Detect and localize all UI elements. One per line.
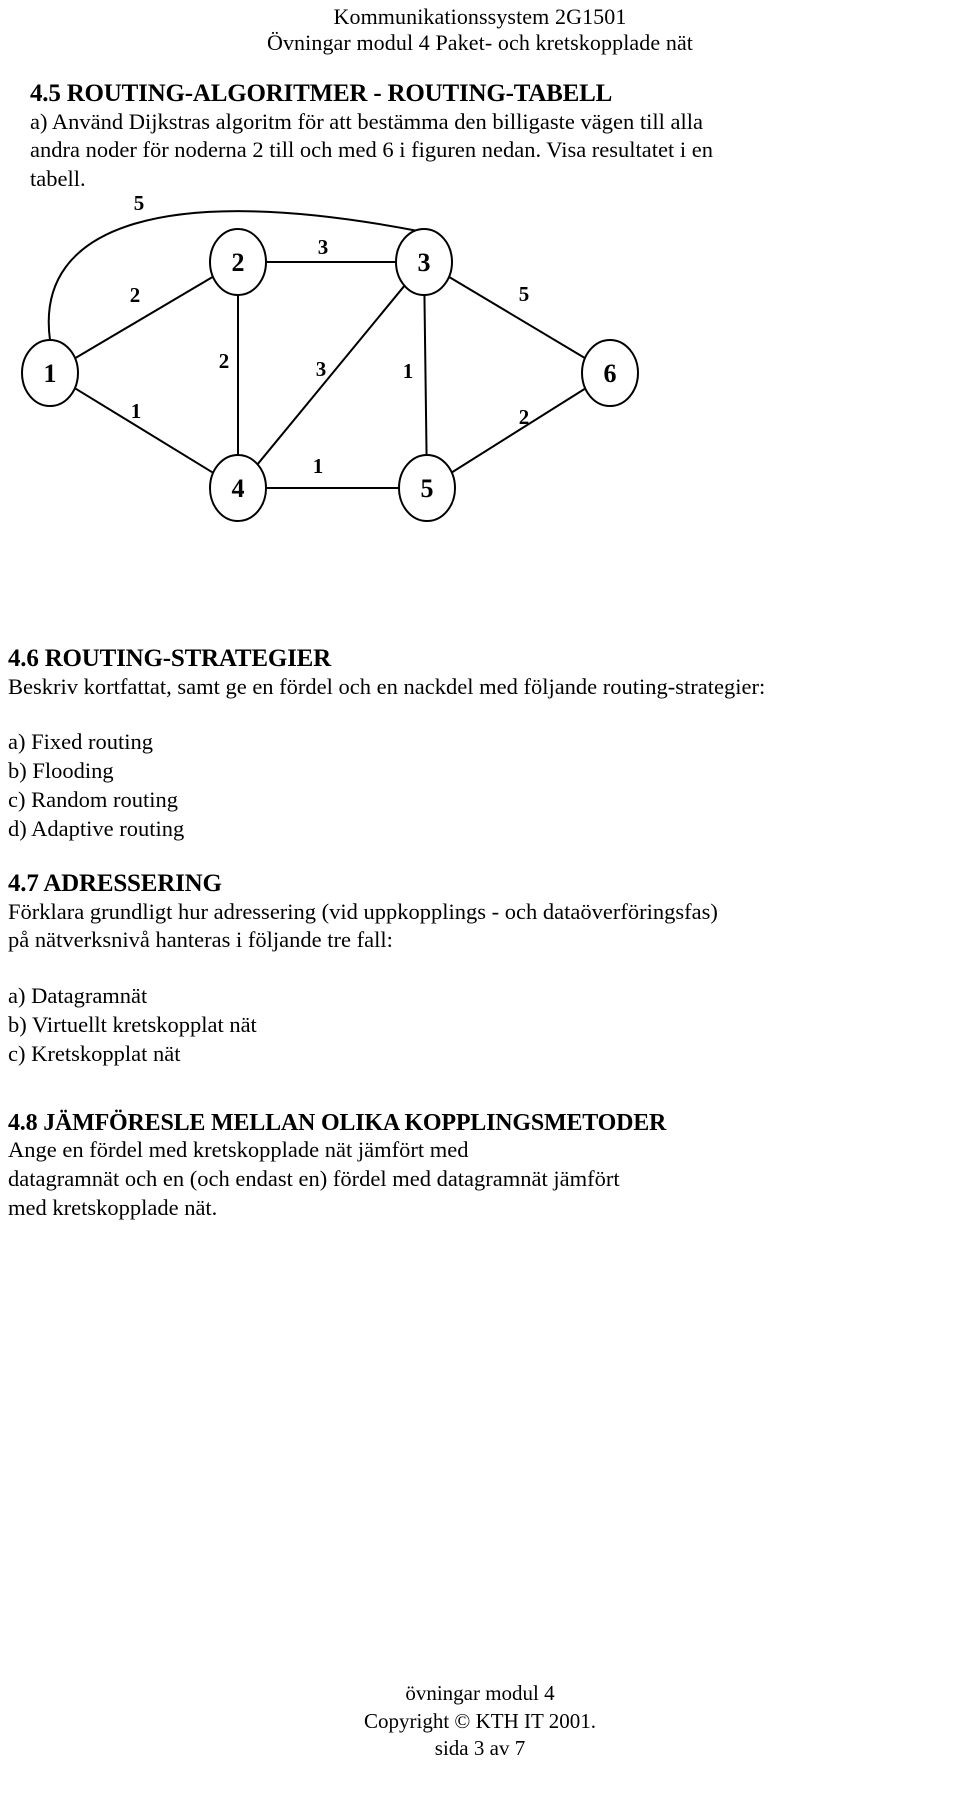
graph-edge-weight-1-2: 2 <box>130 283 141 307</box>
section-4-8-body-line-1: Ange en fördel med kretskopplade nät jäm… <box>8 1137 469 1163</box>
section-4-8-body-line-3: med kretskopplade nät. <box>8 1194 218 1220</box>
section-4-7-list: a) Datagramnät b) Virtuellt kretskopplat… <box>8 981 948 1068</box>
graph-edge-weight-2-3: 3 <box>318 235 329 259</box>
section-4-7-body-line-1: Förklara grundligt hur adressering (vid … <box>8 898 718 924</box>
graph-edge-1-4 <box>74 387 214 474</box>
graph-node-label-3: 3 <box>418 248 431 277</box>
graph-node-2: 2 <box>209 228 267 296</box>
section-4-7-item-b: b) Virtuellt kretskopplat nät <box>8 1012 257 1038</box>
section-4-7-body: Förklara grundligt hur adressering (vid … <box>8 898 948 956</box>
section-4-8: 4.8 JÄMFÖRESLE MELLAN OLIKA KOPPLINGSMET… <box>8 1110 948 1223</box>
section-4-8-heading: 4.8 JÄMFÖRESLE MELLAN OLIKA KOPPLINGSMET… <box>8 1110 667 1136</box>
network-graph-svg: 1 2 3 4 5 6 5 2 1 3 2 3 1 5 1 2 <box>21 196 639 522</box>
section-4-7-heading: 4.7 ADRESSERING <box>8 870 222 897</box>
section-4-6-intro: Beskriv kortfattat, samt ge en fördel oc… <box>8 673 948 702</box>
section-4-5-body: a) Använd Dijkstras algoritm för att bes… <box>30 108 930 194</box>
graph-edge-weight-3-5: 1 <box>403 359 414 383</box>
section-4-7-body-line-2: på nätverksnivå hanteras i följande tre … <box>8 927 393 953</box>
section-4-5-heading: 4.5 ROUTING-ALGORITMER - ROUTING-TABELL <box>30 80 613 107</box>
section-4-5-body-line-2: andra noder för noderna 2 till och med 6… <box>30 137 714 163</box>
section-4-6-item-b: b) Flooding <box>8 758 114 784</box>
graph-node-5: 5 <box>398 454 456 522</box>
graph-node-3: 3 <box>395 228 453 296</box>
header-module-title: Övningar modul 4 Paket- och kretskopplad… <box>266 29 694 55</box>
network-graph-figure: 1 2 3 4 5 6 5 2 1 3 2 3 1 5 1 2 <box>0 196 700 596</box>
section-4-7-item-c: c) Kretskopplat nät <box>8 1041 181 1067</box>
section-4-6-item-a: a) Fixed routing <box>8 729 153 755</box>
graph-edge-5-6 <box>451 387 586 474</box>
graph-node-label-4: 4 <box>232 474 245 503</box>
section-4-5-body-line-3: tabell. <box>30 166 86 192</box>
graph-weight-layer: 5 2 1 3 2 3 1 5 1 2 <box>130 196 530 478</box>
header-course-title: Kommunikationssystem 2G1501 <box>333 4 627 29</box>
section-4-7-item-a: a) Datagramnät <box>8 983 148 1009</box>
graph-node-label-6: 6 <box>604 359 617 388</box>
graph-edge-1-2 <box>74 275 214 360</box>
graph-node-1: 1 <box>21 339 79 407</box>
graph-edge-weight-1-3: 5 <box>134 196 145 215</box>
section-4-6-item-c: c) Random routing <box>8 787 178 813</box>
graph-node-label-5: 5 <box>421 474 434 503</box>
graph-edge-weight-5-6: 2 <box>519 405 530 429</box>
graph-edge-3-5 <box>423 294 428 456</box>
graph-node-6: 6 <box>581 339 639 407</box>
document-page: Kommunikationssystem 2G1501 Övningar mod… <box>0 0 960 1819</box>
graph-edge-3-4 <box>256 285 406 465</box>
graph-edge-weight-3-6: 5 <box>519 282 530 306</box>
section-4-6-list: a) Fixed routing b) Flooding c) Random r… <box>8 727 948 843</box>
footer-copyright: Copyright © KTH IT 2001. <box>364 1708 596 1733</box>
graph-node-label-2: 2 <box>232 248 245 277</box>
section-4-6: 4.6 ROUTING-STRATEGIER Beskriv kortfatta… <box>8 645 948 843</box>
document-header: Kommunikationssystem 2G1501 Övningar mod… <box>0 0 960 56</box>
graph-edge-weight-1-4: 1 <box>131 399 142 423</box>
section-4-5: 4.5 ROUTING-ALGORITMER - ROUTING-TABELL … <box>30 80 930 194</box>
section-4-8-body: Ange en fördel med kretskopplade nät jäm… <box>8 1136 948 1222</box>
graph-edge-weight-3-4: 3 <box>316 357 327 381</box>
section-4-7: 4.7 ADRESSERING Förklara grundligt hur a… <box>8 870 948 1068</box>
section-4-5-body-line-1: a) Använd Dijkstras algoritm för att bes… <box>30 108 703 134</box>
graph-edge-weight-2-4: 2 <box>219 349 230 373</box>
document-footer: övningar modul 4 Copyright © KTH IT 2001… <box>0 1680 960 1763</box>
graph-node-label-1: 1 <box>44 359 57 388</box>
footer-page-number: sida 3 av 7 <box>434 1736 526 1761</box>
footer-title: övningar modul 4 <box>405 1681 555 1705</box>
graph-edge-3-6 <box>448 276 586 359</box>
section-4-8-body-line-2: datagramnät och en (och endast en) förde… <box>8 1166 620 1192</box>
graph-node-4: 4 <box>209 454 267 522</box>
section-4-6-intro-line: Beskriv kortfattat, samt ge en fördel oc… <box>8 673 766 699</box>
section-4-6-item-d: d) Adaptive routing <box>8 816 185 842</box>
graph-edge-weight-4-5: 1 <box>313 454 324 478</box>
section-4-6-heading: 4.6 ROUTING-STRATEGIER <box>8 645 331 672</box>
